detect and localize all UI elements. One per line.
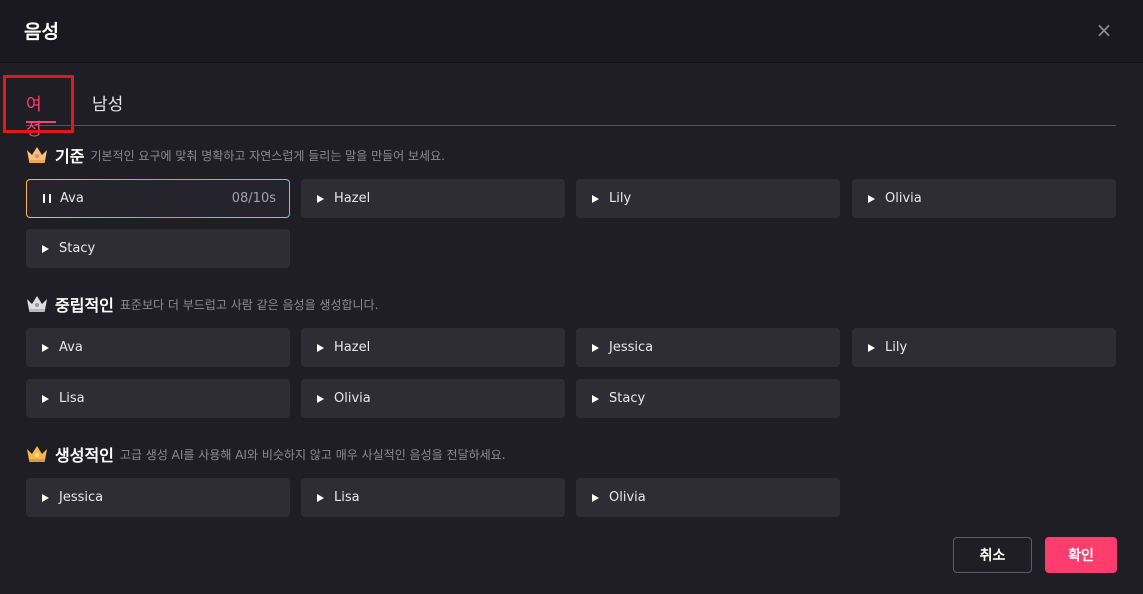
tab-male[interactable]: 남성: [92, 90, 123, 115]
voice-button[interactable]: Jessica: [576, 328, 840, 367]
voice-name: Hazel: [334, 340, 371, 355]
voice-name: Stacy: [609, 391, 646, 406]
dialog-header: 음성 ×: [0, 0, 1143, 63]
play-icon: [42, 244, 49, 253]
play-icon: [42, 493, 49, 502]
play-icon: [868, 343, 875, 352]
voice-button[interactable]: Stacy: [576, 379, 840, 418]
crown-gold-icon: [27, 446, 47, 462]
confirm-button[interactable]: 확인: [1045, 537, 1117, 573]
voice-button[interactable]: Jessica: [26, 478, 290, 517]
voice-button-ava-playing[interactable]: Ava 08/10s: [26, 179, 290, 218]
voice-name: Hazel: [334, 191, 371, 206]
section-title: 중립적인: [55, 296, 114, 315]
voice-button[interactable]: Stacy: [26, 229, 290, 268]
dialog-title: 음성: [24, 21, 59, 43]
voice-button[interactable]: Lily: [576, 179, 840, 218]
voice-button[interactable]: Olivia: [852, 179, 1116, 218]
voice-button[interactable]: Ava: [26, 328, 290, 367]
play-icon: [317, 194, 324, 203]
play-icon: [317, 493, 324, 502]
voice-button[interactable]: Olivia: [301, 379, 565, 418]
section-description: 고급 생성 AI를 사용해 AI와 비슷하지 않고 매우 사실적인 음성을 전달…: [119, 447, 506, 462]
section-title: 기준: [55, 147, 85, 166]
play-icon: [592, 343, 599, 352]
voice-name: Jessica: [59, 490, 104, 505]
section-description: 표준보다 더 부드럽고 사람 같은 음성을 생성합니다.: [119, 297, 379, 312]
play-icon: [592, 394, 599, 403]
voice-name: Stacy: [59, 241, 96, 256]
voice-name: Olivia: [609, 490, 646, 505]
voice-name: Lily: [885, 340, 908, 355]
voice-name: Lisa: [59, 391, 85, 406]
annotation-highlight-box: [3, 75, 74, 133]
crown-silver-icon: [27, 296, 47, 312]
play-icon: [592, 194, 599, 203]
section-header-generative: 생성적인 고급 생성 AI를 사용해 AI와 비슷하지 않고 매우 사실적인 음…: [26, 442, 506, 466]
section-header-neutral: 중립적인 표준보다 더 부드럽고 사람 같은 음성을 생성합니다.: [26, 292, 378, 316]
voice-button[interactable]: Hazel: [301, 179, 565, 218]
play-icon: [317, 394, 324, 403]
pause-icon: [43, 194, 51, 203]
voice-button[interactable]: Lisa: [26, 379, 290, 418]
play-icon: [42, 394, 49, 403]
voice-name: Lily: [609, 191, 632, 206]
voice-name: Olivia: [334, 391, 371, 406]
close-icon[interactable]: ×: [1093, 17, 1115, 43]
section-description: 기본적인 요구에 맞춰 명확하고 자연스럽게 들리는 말을 만들어 보세요.: [90, 148, 445, 163]
section-title: 생성적인: [55, 446, 114, 465]
voice-name: Lisa: [334, 490, 360, 505]
play-icon: [317, 343, 324, 352]
voice-name: Ava: [60, 191, 84, 206]
voice-name: Ava: [59, 340, 83, 355]
crown-gold-icon: [27, 147, 47, 163]
voice-button[interactable]: Lily: [852, 328, 1116, 367]
voice-button[interactable]: Hazel: [301, 328, 565, 367]
voice-name: Jessica: [609, 340, 654, 355]
play-icon: [592, 493, 599, 502]
voice-button[interactable]: Lisa: [301, 478, 565, 517]
playback-time: 08/10s: [231, 191, 276, 206]
play-icon: [42, 343, 49, 352]
play-icon: [868, 194, 875, 203]
cancel-button[interactable]: 취소: [953, 537, 1032, 573]
voice-name: Olivia: [885, 191, 922, 206]
tab-male-label: 남성: [92, 95, 124, 115]
voice-button[interactable]: Olivia: [576, 478, 840, 517]
gender-tabs: 여성 남성: [26, 82, 1116, 140]
section-header-standard: 기준 기본적인 요구에 맞춰 명확하고 자연스럽게 들리는 말을 만들어 보세요…: [26, 143, 445, 167]
voice-dialog: 음성 × 여성 남성 기준 기본적인 요구에 맞춰 명확하고 자연스럽게 들리는…: [0, 0, 1143, 594]
